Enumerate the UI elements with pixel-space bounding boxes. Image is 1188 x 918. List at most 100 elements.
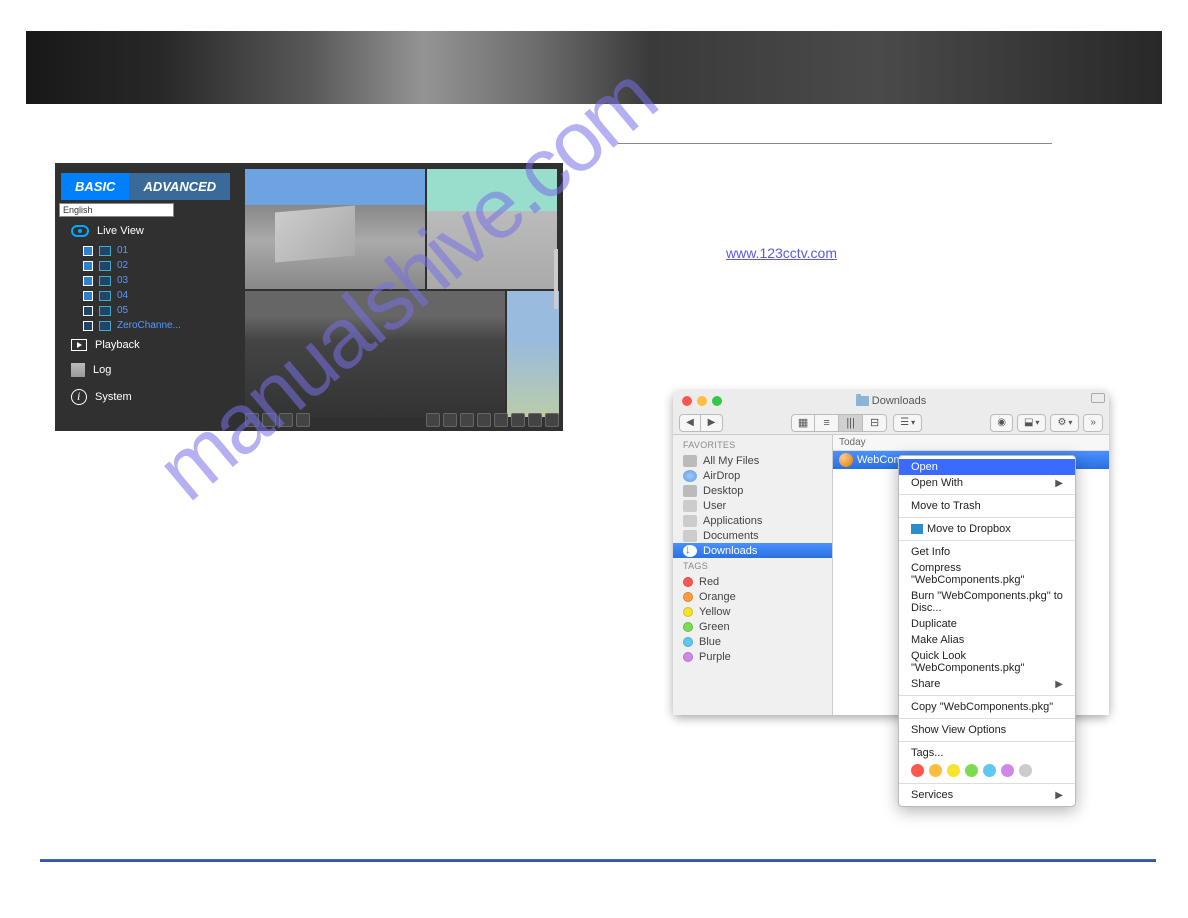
channel-item[interactable]: 01 <box>83 243 239 258</box>
camera-feed-3[interactable] <box>245 291 505 417</box>
channel-item[interactable]: 02 <box>83 258 239 273</box>
language-dropdown[interactable]: English <box>59 203 174 217</box>
tag-blue-icon[interactable] <box>983 764 996 777</box>
view-coverflow[interactable]: ⊟ <box>863 414 887 432</box>
ctx-make-alias[interactable]: Make Alias <box>899 632 1075 648</box>
view-columns[interactable]: ||| <box>839 414 863 432</box>
more-button[interactable]: » <box>1083 414 1103 432</box>
folder-icon <box>856 396 869 406</box>
tag-icon <box>683 577 693 587</box>
files-icon <box>683 455 697 467</box>
quicklook-button[interactable]: ◉ <box>990 414 1013 432</box>
ctx-dropbox[interactable]: Move to Dropbox <box>899 521 1075 537</box>
package-icon <box>839 453 853 467</box>
sidebar-item-airdrop[interactable]: AirDrop <box>673 468 832 483</box>
tag-icon <box>683 607 693 617</box>
live-view-row[interactable]: Live View <box>59 219 239 243</box>
sound-icon[interactable] <box>528 413 542 427</box>
ctx-burn[interactable]: Burn "WebComponents.pkg" to Disc... <box>899 588 1075 616</box>
ctx-quick-look[interactable]: Quick Look "WebComponents.pkg" <box>899 648 1075 676</box>
separator <box>899 718 1075 719</box>
ctx-tag-colors[interactable] <box>899 761 1075 780</box>
forward-button[interactable]: ▶ <box>701 414 723 432</box>
ctx-open-with[interactable]: Open With▶ <box>899 475 1075 491</box>
fullscreen-icon[interactable] <box>545 413 559 427</box>
home-icon <box>683 500 697 512</box>
ctx-copy[interactable]: Copy "WebComponents.pkg" <box>899 699 1075 715</box>
finder-file-list: Today WebCompon Open Open With▶ Move to … <box>833 435 1109 715</box>
tag-orange-icon[interactable] <box>929 764 942 777</box>
snapshot-icon[interactable] <box>443 413 457 427</box>
layout-icon[interactable] <box>245 413 259 427</box>
log-row[interactable]: Log <box>59 357 239 383</box>
channel-item[interactable]: ZeroChanne... <box>83 318 239 333</box>
view-icons[interactable]: ▦ <box>791 414 815 432</box>
record-icon[interactable] <box>460 413 474 427</box>
tag-purple-icon[interactable] <box>1001 764 1014 777</box>
ctx-share[interactable]: Share▶ <box>899 676 1075 692</box>
sidebar-tag-blue[interactable]: Blue <box>673 634 832 649</box>
dropbox-button[interactable]: ⬓ ▾ <box>1017 414 1046 432</box>
camera-feed-2[interactable] <box>427 169 557 289</box>
scrollbar[interactable] <box>554 249 558 309</box>
sidebar-tag-purple[interactable]: Purple <box>673 649 832 664</box>
camera-feed-4[interactable] <box>507 291 559 417</box>
channel-item[interactable]: 05 <box>83 303 239 318</box>
audio-icon[interactable] <box>279 413 293 427</box>
tool-icon[interactable] <box>426 413 440 427</box>
chevron-right-icon: ▶ <box>1055 679 1063 690</box>
view-list[interactable]: ≡ <box>815 414 839 432</box>
separator <box>899 741 1075 742</box>
back-button[interactable]: ◀ <box>679 414 701 432</box>
column-header[interactable]: Today <box>833 435 1109 451</box>
finder-titlebar[interactable]: Downloads <box>673 391 1109 411</box>
tab-basic[interactable]: BASIC <box>61 173 129 200</box>
tag-red-icon[interactable] <box>911 764 924 777</box>
playback-row[interactable]: Playback <box>59 333 239 357</box>
channel-item[interactable]: 03 <box>83 273 239 288</box>
download-link[interactable]: www.123cctv.com <box>726 245 837 261</box>
stream-icon[interactable] <box>262 413 276 427</box>
next-icon[interactable] <box>511 413 525 427</box>
expand-icon[interactable] <box>1091 393 1105 403</box>
separator <box>899 517 1075 518</box>
ctx-get-info[interactable]: Get Info <box>899 544 1075 560</box>
ctx-services[interactable]: Services▶ <box>899 787 1075 803</box>
arrange-dropdown[interactable]: ☰ ▾ <box>893 414 922 432</box>
ctx-compress[interactable]: Compress "WebComponents.pkg" <box>899 560 1075 588</box>
window-title: Downloads <box>673 395 1109 407</box>
tags-heading: TAGS <box>673 558 832 574</box>
sidebar-item-applications[interactable]: Applications <box>673 513 832 528</box>
tag-icon <box>683 622 693 632</box>
sidebar-tag-red[interactable]: Red <box>673 574 832 589</box>
tag-gray-icon[interactable] <box>1019 764 1032 777</box>
sidebar-item-documents[interactable]: Documents <box>673 528 832 543</box>
sidebar-item-downloads[interactable]: Downloads <box>673 543 832 558</box>
tag-yellow-icon[interactable] <box>947 764 960 777</box>
action-button[interactable]: ⚙ ▾ <box>1050 414 1079 432</box>
tag-icon <box>683 592 693 602</box>
ctx-duplicate[interactable]: Duplicate <box>899 616 1075 632</box>
log-icon <box>71 363 85 377</box>
tag-green-icon[interactable] <box>965 764 978 777</box>
sidebar-tag-yellow[interactable]: Yellow <box>673 604 832 619</box>
sidebar-item-user[interactable]: User <box>673 498 832 513</box>
tab-advanced[interactable]: ADVANCED <box>129 173 230 200</box>
ctx-open[interactable]: Open <box>899 459 1075 475</box>
ctx-trash[interactable]: Move to Trash <box>899 498 1075 514</box>
zoom-icon[interactable] <box>477 413 491 427</box>
ctx-view-options[interactable]: Show View Options <box>899 722 1075 738</box>
prev-icon[interactable] <box>494 413 508 427</box>
sidebar-item-desktop[interactable]: Desktop <box>673 483 832 498</box>
sidebar-item-all-my-files[interactable]: All My Files <box>673 453 832 468</box>
log-label: Log <box>93 364 111 376</box>
playback-label: Playback <box>95 339 140 351</box>
dropdown-icon[interactable] <box>296 413 310 427</box>
tag-icon <box>683 652 693 662</box>
system-row[interactable]: System <box>59 383 239 411</box>
sidebar-tag-green[interactable]: Green <box>673 619 832 634</box>
channel-item[interactable]: 04 <box>83 288 239 303</box>
camera-feed-1[interactable] <box>245 169 425 289</box>
ctx-tags[interactable]: Tags... <box>899 745 1075 761</box>
sidebar-tag-orange[interactable]: Orange <box>673 589 832 604</box>
